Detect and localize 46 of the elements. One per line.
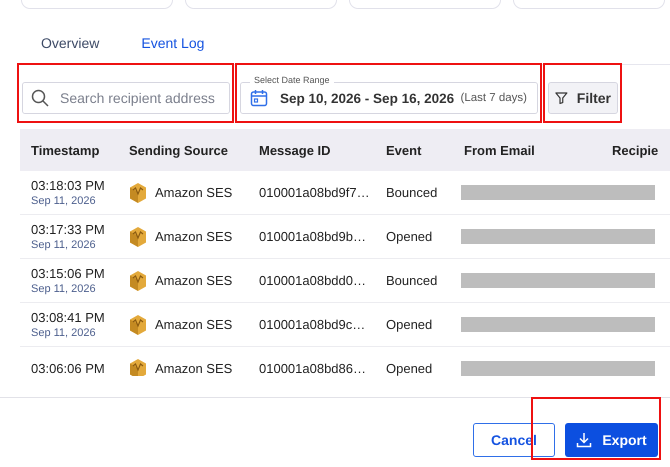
column-header: Recipie — [612, 142, 660, 158]
table-cell: Amazon SES — [155, 229, 232, 244]
field-label: Select Date Range — [250, 74, 334, 86]
table-cell-text: 010001a08bd9f7… — [259, 185, 371, 200]
column-header: Event — [386, 142, 422, 158]
table-cell-text: Bounced — [386, 273, 438, 288]
table-cell-text: Sep 11, 2026 — [31, 327, 97, 339]
column-header: Sending Source — [129, 142, 229, 158]
table-cell: Amazon SES — [155, 361, 232, 376]
tab[interactable]: Overview — [20, 31, 120, 65]
table-cell-text: 010001a08bd9c… — [259, 317, 366, 332]
table-cell: Amazon SES — [155, 273, 232, 288]
table-cell-text: 03:17:33 PM — [31, 222, 106, 237]
table-cell-text: 010001a08bdd0… — [259, 273, 367, 288]
table-cell-text: 03:18:03 PM — [31, 178, 106, 193]
filter-button[interactable]: Filter — [548, 82, 618, 114]
table-cell-text: Bounced — [386, 185, 438, 200]
table-cell-text: 03:06:06 PM — [31, 361, 106, 376]
search-icon — [31, 89, 49, 107]
cube-logo-icon — [129, 270, 147, 292]
date-range-hint: (Last 7 days) — [460, 92, 527, 104]
table-cell: Amazon SES — [155, 185, 232, 200]
table-cell-text: Sep 11, 2026 — [31, 195, 97, 207]
table-cell-text: Sep 11, 2026 — [31, 283, 97, 295]
table-cell-text: 03:08:41 PM — [31, 310, 106, 325]
table-cell-text: 010001a08bd86… — [259, 361, 367, 376]
cube-logo-icon — [129, 182, 147, 204]
table-cell-text: 03:15:06 PM — [31, 266, 106, 281]
table-cell-text: 010001a08bd9b… — [259, 229, 367, 244]
cube-logo-icon — [129, 226, 147, 248]
table-cell-text: Opened — [386, 317, 434, 332]
date-range-value: Sep 10, 2026 - Sep 16, 2026 — [280, 90, 454, 106]
download-icon — [576, 432, 592, 448]
search-field[interactable]: Search recipient address — [22, 82, 230, 114]
cube-logo-icon — [129, 358, 147, 376]
table-cell-text: Opened — [386, 229, 434, 244]
tab[interactable]: Event Log — [120, 31, 226, 65]
filter-icon — [555, 91, 568, 105]
column-header: Timestamp — [30, 142, 100, 158]
cube-logo-icon — [129, 314, 147, 336]
export-button[interactable]: Export — [565, 423, 658, 457]
table-cell-text: Sep 11, 2026 — [31, 239, 97, 251]
column-header: Message ID — [259, 142, 332, 158]
calendar-icon — [250, 89, 268, 107]
table-cell-text: Opened — [386, 361, 434, 376]
table-cell: Amazon SES — [155, 317, 232, 332]
